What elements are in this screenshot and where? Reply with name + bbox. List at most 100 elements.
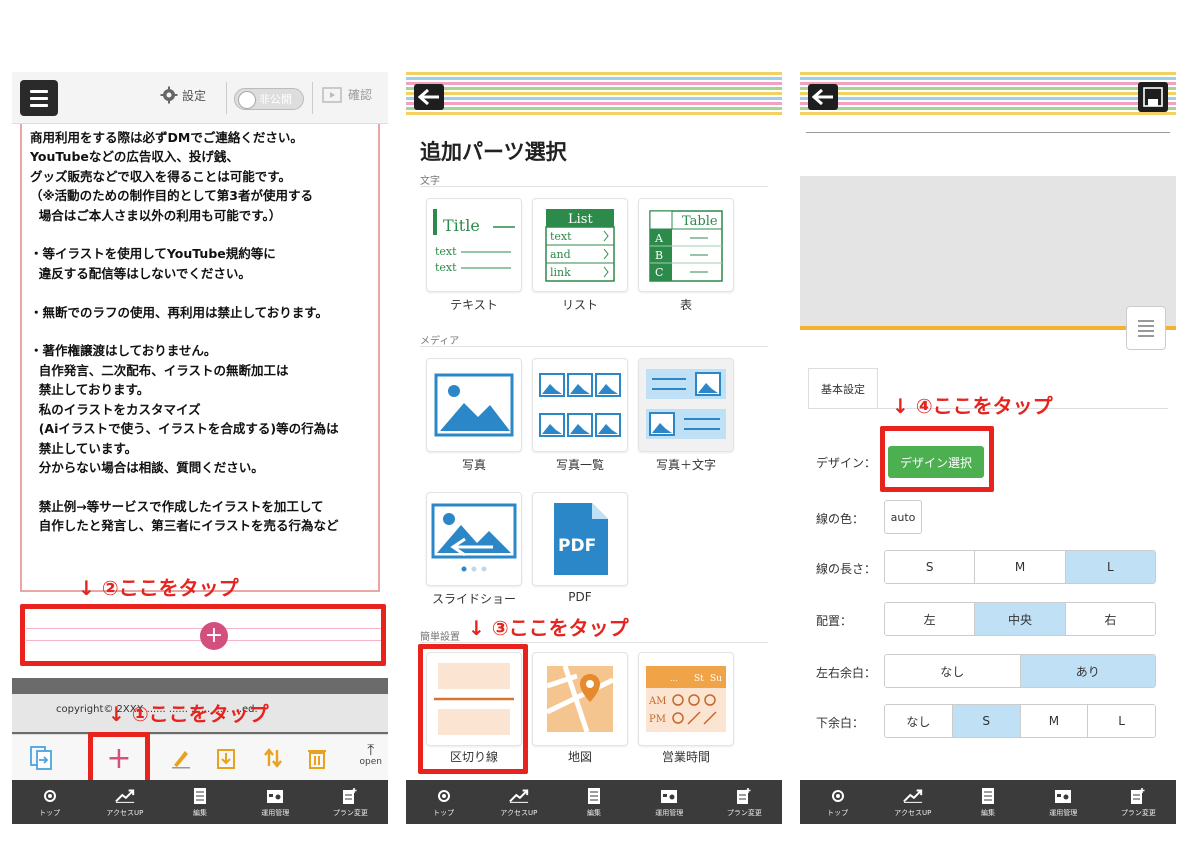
svg-text:B: B [655,249,663,262]
nav-item-top[interactable]: トップ [406,780,481,824]
nav-label: トップ [433,808,455,817]
nav-item-chart-up[interactable]: アクセスUP [87,780,162,824]
line-color-picker[interactable]: auto [884,500,922,534]
nav-item-top[interactable]: トップ [12,780,87,824]
nav-item-document[interactable]: 編集 [556,780,631,824]
divider-settings-screen: 基本設定 ↓ ④ここをタップ デザイン： デザイン選択 線の色： auto 線の… [800,72,1176,824]
bottom-navigation: トップ アクセスUP 編集 運用管理 プラン変更 [12,780,388,824]
length-option[interactable]: M [975,551,1066,583]
gear-icon [160,86,178,104]
nav-label: プラン変更 [332,808,368,817]
bottom-margin-option[interactable]: L [1088,705,1155,737]
tile-map[interactable] [532,652,628,746]
text-content-block[interactable]: 商用利用をする際は必ずDMでご連絡ください。 YouTubeなどの広告収入、投げ銭… [20,124,380,592]
align-option[interactable]: 中央 [975,603,1066,635]
trash-icon[interactable] [302,743,332,773]
chart-up-icon [114,787,135,805]
length-option[interactable]: S [885,551,976,583]
bottom-margin-label: 下余白： [816,716,865,730]
plan-change-icon [1128,787,1148,805]
tile-business-hours[interactable]: ... St Su AM PM [638,652,734,746]
nav-label: プラン変更 [726,808,762,817]
nav-item-document[interactable]: 編集 [950,780,1025,824]
chart-up-icon [902,787,923,805]
open-label: open [359,757,382,767]
nav-item-plan-change[interactable]: プラン変更 [1101,780,1176,824]
nav-item-chart-up[interactable]: アクセスUP [875,780,950,824]
highlight-box-step3 [418,644,528,774]
bottom-margin-option[interactable]: なし [885,705,953,737]
pdf-icon: PDF [554,503,608,575]
content-line: YouTubeなどの広告収入、投げ銭、 [30,149,239,165]
plan-change-icon [734,787,754,805]
top-icon [828,787,848,805]
content-line: 商用利用をする際は必ずDMでご連絡ください。 [30,130,303,145]
nav-item-calendar[interactable]: 運用管理 [1026,780,1101,824]
side-margin-option[interactable]: あり [1020,655,1155,687]
tile-photo-text[interactable] [638,358,734,452]
back-arrow-icon[interactable] [808,84,838,110]
content-line: グッズ販売などで収入を得ることは可能です。 [30,168,292,184]
content-line: ・無断でのラフの使用、再利用は禁止しております。 [30,304,329,320]
header-divider [312,82,313,114]
nav-item-plan-change[interactable]: プラン変更 [707,780,782,824]
publish-toggle-label: 非公開 [259,93,292,106]
striped-header [800,72,1176,116]
confirm-button[interactable]: 確認 [322,86,372,103]
content-line: （※活動のための制作目的として第3者が使用する [30,188,313,204]
publish-toggle[interactable]: 非公開 [234,88,304,110]
tile-pdf-label: PDF [568,590,592,604]
tile-table[interactable]: Table A B C [638,198,734,292]
line-length-selector: SML [884,550,1156,584]
svg-text:St: St [694,674,704,684]
svg-text:...: ... [670,674,678,683]
length-option[interactable]: L [1065,551,1155,583]
nav-item-top[interactable]: トップ [800,780,875,824]
nav-item-calendar[interactable]: 運用管理 [632,780,707,824]
preview-area [800,176,1176,326]
side-margin-option[interactable]: なし [885,655,1021,687]
bottom-margin-option[interactable]: S [952,705,1021,737]
copy-part-icon[interactable] [212,743,242,773]
save-icon[interactable] [1138,82,1168,112]
tile-list[interactable]: List text and link [532,198,628,292]
tile-text[interactable]: Title text text [426,198,522,292]
back-arrow-icon[interactable] [414,84,444,110]
svg-text:PM: PM [649,714,666,725]
preview-icon [322,86,342,103]
content-line: 禁止しております。 [30,382,150,398]
tile-map-label: 地図 [567,750,592,764]
bottom-navigation: トップ アクセスUP 編集 運用管理 プラン変更 [800,780,1176,824]
pencil-icon[interactable] [166,743,196,773]
tile-pdf[interactable]: PDF [532,492,628,586]
open-button[interactable]: ⤒ open [359,742,382,768]
section-divider [420,346,768,347]
content-line: (Aiイラストで使う、イラストを合成する)等の行為は [30,421,339,437]
svg-text:List: List [568,212,593,227]
nav-item-plan-change[interactable]: プラン変更 [313,780,388,824]
tile-photo-list[interactable] [532,358,628,452]
bottom-margin-option[interactable]: M [1020,705,1089,737]
nav-item-calendar[interactable]: 運用管理 [238,780,313,824]
annotation-step2: ↓ ②ここをタップ [78,576,239,600]
annotation-step3: ↓ ③ここをタップ [468,616,629,640]
align-option[interactable]: 右 [1065,603,1155,635]
highlight-box-step2 [20,604,386,666]
tab-basic-settings[interactable]: 基本設定 [808,368,878,408]
tile-photo-text-label: 写真＋文字 [655,458,716,472]
tile-photo[interactable] [426,358,522,452]
hamburger-menu-icon[interactable] [20,80,58,116]
preview-divider-line [806,132,1170,133]
settings-button[interactable]: 設定 [160,86,206,104]
drag-handle-icon[interactable] [1126,306,1166,350]
move-page-icon[interactable] [26,743,56,773]
content-line [30,322,370,341]
nav-item-document[interactable]: 編集 [162,780,237,824]
settings-label: 設定 [182,88,207,103]
tile-slideshow[interactable] [426,492,522,586]
nav-item-chart-up[interactable]: アクセスUP [481,780,556,824]
section-divider [420,186,768,187]
design-label: デザイン： [816,456,877,470]
sort-arrows-icon[interactable] [258,743,288,773]
align-option[interactable]: 左 [885,603,976,635]
